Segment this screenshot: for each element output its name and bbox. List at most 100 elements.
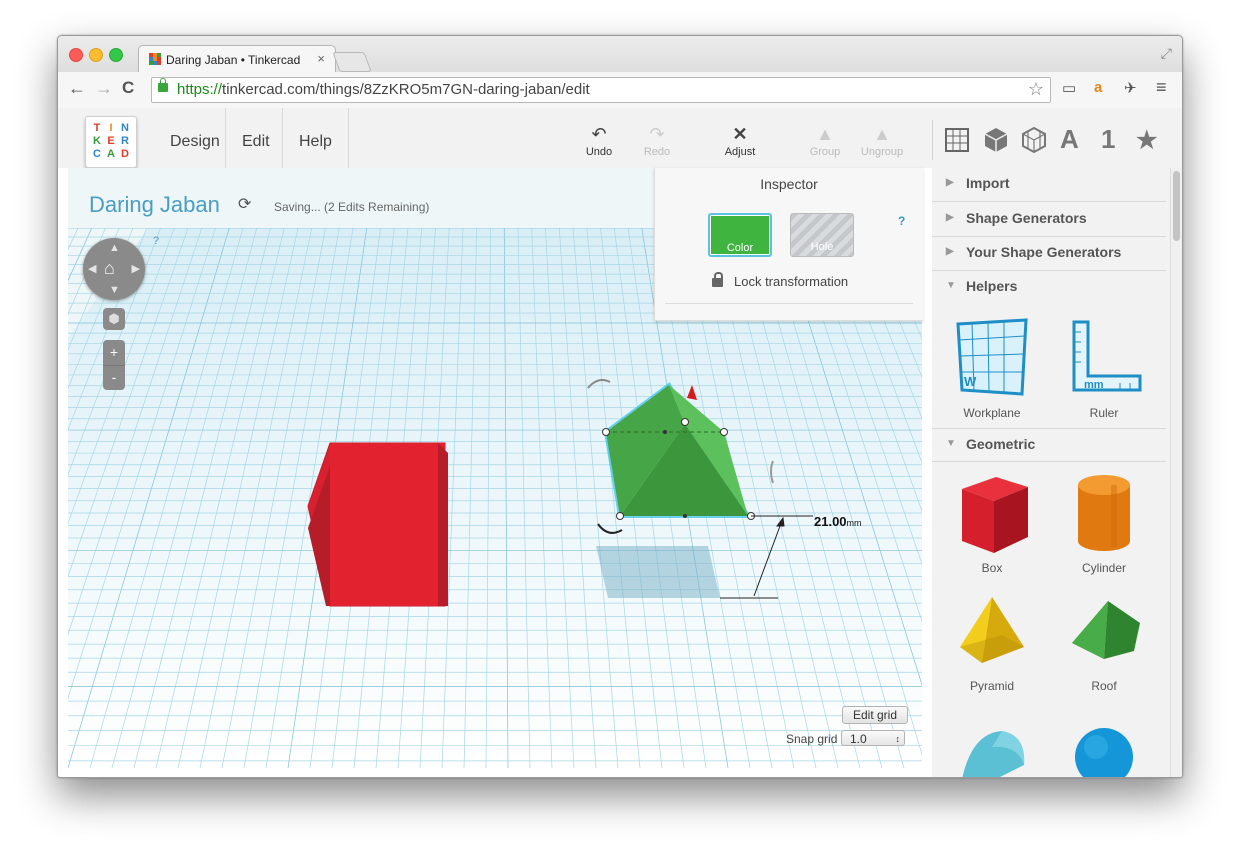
snap-grid-label: Snap grid bbox=[786, 732, 838, 746]
zoom-out-button[interactable]: - bbox=[103, 366, 125, 390]
zoom-in-button[interactable]: + bbox=[103, 340, 125, 366]
sphere-shape[interactable] bbox=[1054, 723, 1154, 777]
sidebar-scrollbar[interactable] bbox=[1170, 168, 1182, 777]
ruler-helper[interactable]: mm Ruler bbox=[1054, 318, 1154, 420]
section-label: Helpers bbox=[966, 278, 1018, 294]
pan-up-icon[interactable]: ▲ bbox=[109, 242, 120, 254]
number-shape-icon[interactable]: 1 bbox=[1101, 124, 1115, 155]
section-geometric[interactable]: ▼ Geometric bbox=[932, 428, 1166, 462]
grid-help-icon[interactable]: ? bbox=[153, 235, 159, 247]
zoom-control: + - bbox=[103, 340, 125, 390]
pan-left-icon[interactable]: ◀ bbox=[88, 262, 96, 275]
red-box-object[interactable] bbox=[307, 442, 448, 607]
edit-grid-button[interactable]: Edit grid bbox=[842, 706, 908, 724]
color-button[interactable]: Color bbox=[708, 213, 772, 257]
section-label: Shape Generators bbox=[966, 210, 1087, 226]
minimize-window-button[interactable] bbox=[89, 48, 103, 62]
bookmark-star-icon[interactable]: ☆ bbox=[1028, 79, 1044, 100]
undo-label: Undo bbox=[585, 146, 613, 158]
cylinder-icon bbox=[1078, 475, 1130, 551]
box-shape[interactable]: Box bbox=[942, 471, 1042, 575]
scrollbar-thumb[interactable] bbox=[1173, 171, 1180, 241]
pyramid-icon bbox=[960, 597, 1024, 663]
text-shape-icon[interactable]: A bbox=[1060, 124, 1079, 155]
forward-button[interactable]: → bbox=[95, 78, 113, 99]
logo-letter: D bbox=[121, 148, 129, 160]
redo-button[interactable]: ↷ Redo bbox=[632, 124, 682, 158]
header-divider bbox=[932, 120, 933, 160]
group-icon: ▲ bbox=[816, 124, 834, 144]
adjust-label: Adjust bbox=[724, 146, 756, 158]
logo-letter: A bbox=[107, 148, 115, 160]
round-roof-icon bbox=[962, 731, 1025, 777]
close-window-button[interactable] bbox=[69, 48, 83, 62]
adjust-icon: ✕ bbox=[732, 124, 748, 144]
adjust-button[interactable]: ✕ Adjust bbox=[715, 124, 765, 158]
collapsed-triangle-icon: ▶ bbox=[946, 212, 954, 223]
workplane-helper[interactable]: W Workplane bbox=[942, 318, 1042, 420]
pyramid-shape[interactable]: Pyramid bbox=[942, 593, 1042, 693]
inspector-help-icon[interactable]: ? bbox=[898, 214, 905, 228]
design-title[interactable]: Daring Jaban bbox=[89, 192, 220, 218]
reload-button[interactable]: C bbox=[122, 78, 134, 98]
section-import[interactable]: ▶ Import bbox=[932, 168, 1166, 202]
cast-extension-icon[interactable]: ▭ bbox=[1062, 79, 1076, 97]
maximize-window-button[interactable] bbox=[109, 48, 123, 62]
view-navigation-control[interactable]: ▲ ▼ ◀ ▶ ⌂ bbox=[83, 238, 145, 300]
lock-transformation-label[interactable]: Lock transformation bbox=[734, 274, 848, 289]
dimension-unit: mm bbox=[846, 518, 862, 528]
address-bar[interactable]: https://tinkercad.com/things/8ZzKRO5m7GN… bbox=[151, 77, 1051, 103]
favorites-star-icon[interactable]: ★ bbox=[1136, 126, 1158, 155]
fullscreen-icon[interactable]: ⤢ bbox=[1161, 45, 1172, 62]
ungroup-button[interactable]: ▲ Ungroup bbox=[857, 124, 907, 158]
back-button[interactable]: ← bbox=[68, 78, 86, 99]
url-text[interactable]: https://tinkercad.com/things/8ZzKRO5m7GN… bbox=[177, 81, 590, 98]
logo-letter: N bbox=[121, 122, 129, 134]
hole-button[interactable]: Hole bbox=[790, 213, 854, 257]
lock-icon[interactable] bbox=[712, 272, 723, 287]
url-path: tinkercad.com/things/8ZzKRO5m7GN-daring-… bbox=[222, 81, 590, 98]
menu-edit[interactable]: Edit bbox=[225, 108, 286, 168]
ungroup-label: Ungroup bbox=[860, 146, 904, 158]
grid-view-icon[interactable] bbox=[945, 128, 969, 152]
browser-menu-icon[interactable]: ≡ bbox=[1156, 77, 1167, 98]
ungroup-icon: ▲ bbox=[873, 124, 891, 144]
dimension-readout[interactable]: 21.00mm bbox=[814, 514, 862, 529]
workplane-mark: W bbox=[964, 374, 977, 389]
undo-button[interactable]: ↶ Undo bbox=[574, 124, 624, 158]
section-label: Import bbox=[966, 175, 1010, 191]
sync-icon: ⟳ bbox=[238, 196, 252, 213]
wireframe-view-icon[interactable] bbox=[1021, 126, 1047, 154]
group-button[interactable]: ▲ Group bbox=[800, 124, 850, 158]
ruler-mark: mm bbox=[1084, 379, 1104, 391]
section-helpers[interactable]: ▼ Helpers bbox=[932, 271, 1166, 305]
roof-shape[interactable]: Roof bbox=[1054, 593, 1154, 693]
section-shape-generators[interactable]: ▶ Shape Generators bbox=[932, 203, 1166, 237]
section-your-shape-generators[interactable]: ▶ Your Shape Generators bbox=[932, 237, 1166, 271]
roof-shadow bbox=[596, 546, 720, 598]
ortho-view-button[interactable]: ⬢ bbox=[103, 308, 125, 330]
tab-close-icon[interactable]: × bbox=[317, 51, 325, 66]
puzzle-extension-icon[interactable]: ✈ bbox=[1124, 79, 1137, 97]
new-tab-button[interactable] bbox=[332, 52, 372, 72]
workplane-icon: W bbox=[956, 318, 1028, 396]
amazon-extension-icon[interactable]: a bbox=[1094, 79, 1102, 96]
saving-status: Saving... (2 Edits Remaining) bbox=[274, 200, 430, 214]
logo-letter: R bbox=[121, 135, 129, 147]
menu-help[interactable]: Help bbox=[282, 108, 349, 168]
cylinder-shape[interactable]: Cylinder bbox=[1054, 471, 1154, 575]
box-view-icon[interactable] bbox=[983, 126, 1009, 154]
secure-lock-icon bbox=[158, 78, 168, 92]
browser-toolbar: ← → C https://tinkercad.com/things/8ZzKR… bbox=[58, 72, 1182, 109]
browser-tab[interactable]: Daring Jaban • Tinkercad × bbox=[138, 45, 336, 73]
logo-letter: T bbox=[93, 122, 101, 134]
shapes-sidebar: ▶ Import ▶ Shape Generators ▶ Your Shape Ge… bbox=[932, 168, 1182, 777]
pan-down-icon[interactable]: ▼ bbox=[109, 284, 120, 296]
snap-grid-select[interactable]: 1.0 bbox=[841, 730, 905, 747]
menu-design[interactable]: Design bbox=[154, 108, 236, 168]
round-roof-shape[interactable] bbox=[942, 723, 1042, 777]
home-view-icon[interactable]: ⌂ bbox=[104, 258, 115, 279]
pan-right-icon[interactable]: ▶ bbox=[132, 262, 140, 275]
tinkercad-logo[interactable]: TIN KER CAD bbox=[85, 116, 137, 168]
app-header: TIN KER CAD Design Edit Help ↶ Undo ↷ Redo… bbox=[58, 108, 1182, 168]
